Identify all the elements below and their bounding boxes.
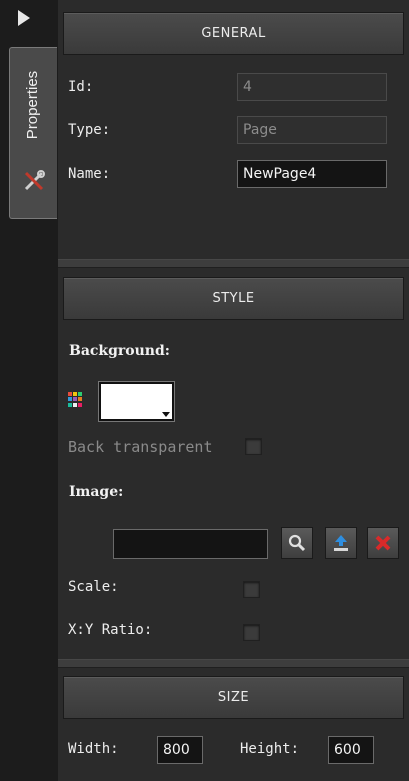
background-label: Background: <box>69 343 170 359</box>
color-palette-icon[interactable] <box>68 392 83 407</box>
id-label: Id: <box>68 79 94 95</box>
section-divider <box>58 259 409 268</box>
name-field[interactable]: NewPage4 <box>237 160 387 188</box>
height-field[interactable]: 600 <box>328 736 374 764</box>
back-transparent-label: Back transparent <box>68 438 213 456</box>
chevron-down-icon <box>162 412 170 417</box>
ratio-label: X:Y Ratio: <box>68 622 153 638</box>
upload-image-button[interactable] <box>325 527 357 559</box>
background-color-picker[interactable] <box>99 382 174 421</box>
width-label: Width: <box>68 741 119 757</box>
delete-icon <box>375 535 391 551</box>
section-header-size[interactable]: SIZE <box>63 676 404 719</box>
image-label: Image: <box>69 484 124 500</box>
width-field[interactable]: 800 <box>157 736 203 764</box>
scale-label: Scale: <box>68 579 119 595</box>
sidebar-rail: Properties <box>0 0 59 781</box>
search-icon <box>288 534 306 552</box>
tools-icon <box>24 170 45 191</box>
section-header-style[interactable]: STYLE <box>63 277 404 320</box>
remove-image-button[interactable] <box>367 527 399 559</box>
scale-checkbox[interactable] <box>243 581 260 598</box>
search-image-button[interactable] <box>281 527 313 559</box>
tab-properties-label: Properties <box>24 70 41 140</box>
name-label: Name: <box>68 166 111 182</box>
section-header-general[interactable]: GENERAL <box>63 12 404 55</box>
back-transparent-checkbox[interactable] <box>245 438 262 455</box>
id-field: 4 <box>237 73 387 101</box>
image-path-field[interactable] <box>113 529 268 559</box>
tab-properties[interactable]: Properties <box>9 47 57 219</box>
section-divider <box>58 659 409 668</box>
properties-panel: GENERAL Id: 4 Type: Page Name: NewPage4 … <box>58 0 409 781</box>
height-label: Height: <box>240 741 300 757</box>
type-label: Type: <box>68 122 111 138</box>
type-field: Page <box>237 116 387 144</box>
upload-icon <box>334 535 348 551</box>
triangle-right-icon[interactable] <box>18 10 30 26</box>
ratio-checkbox[interactable] <box>243 624 260 641</box>
